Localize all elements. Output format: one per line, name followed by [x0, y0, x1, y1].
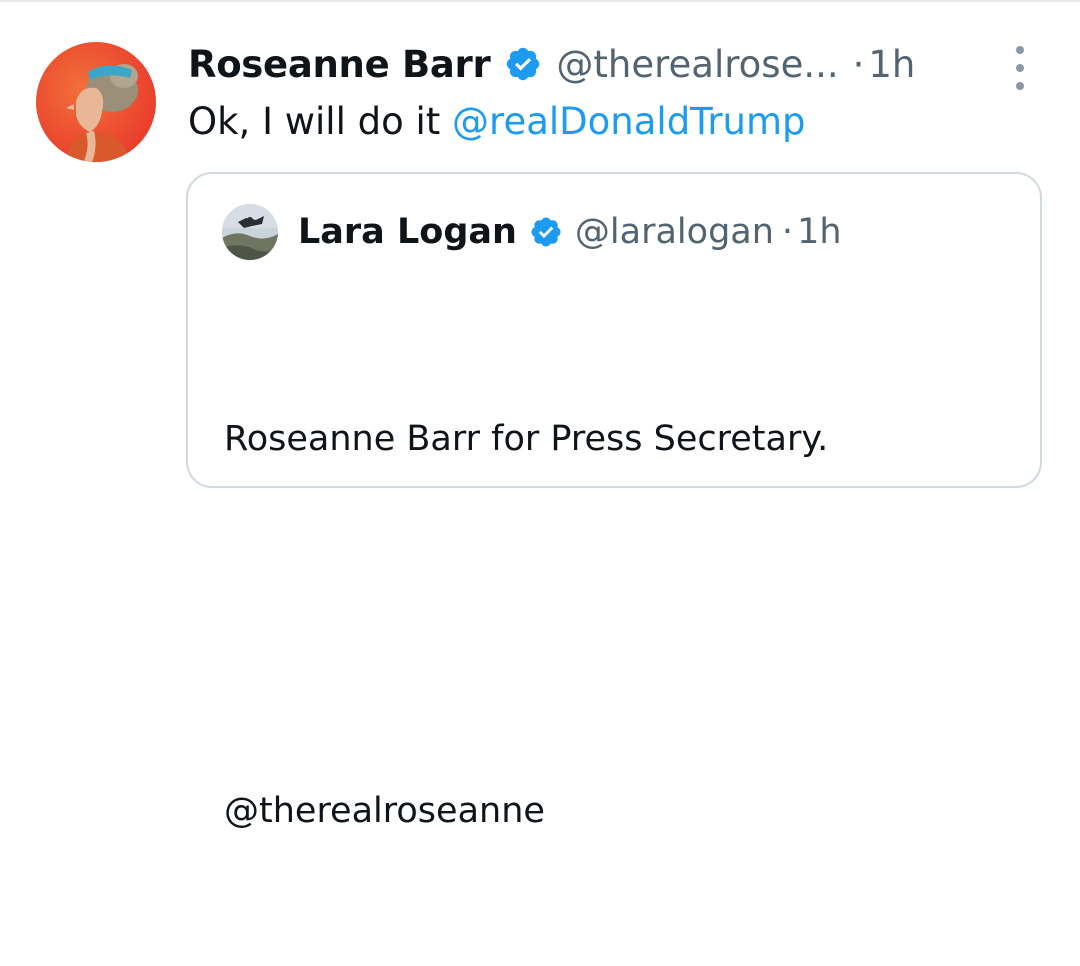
- more-vertical-icon[interactable]: [1008, 46, 1032, 90]
- quoted-author-avatar[interactable]: [222, 204, 278, 260]
- author-avatar[interactable]: [36, 42, 156, 162]
- tweet-text: Ok, I will do it @realDonaldTrump: [188, 100, 806, 143]
- quoted-author-handle[interactable]: @laralogan: [575, 212, 774, 252]
- quoted-text-blank-line: [224, 594, 828, 656]
- verified-badge-icon: [504, 45, 542, 83]
- quoted-tweet-text: Roseanne Barr for Press Secretary. @ther…: [224, 284, 828, 966]
- mention-link[interactable]: @realDonaldTrump: [452, 100, 806, 143]
- quoted-tweet-card[interactable]: Lara Logan @laralogan · 1h Roseanne Barr…: [186, 172, 1042, 831]
- quoted-time-separator: ·: [781, 212, 794, 252]
- quoted-tweet-header: Lara Logan @laralogan · 1h: [298, 208, 842, 256]
- quoted-tweet-time[interactable]: 1h: [797, 212, 841, 252]
- tweet-header: Roseanne Barr @therealrose... · 1h: [188, 36, 915, 92]
- author-handle[interactable]: @therealrose...: [556, 43, 838, 86]
- time-separator: ·: [852, 42, 865, 86]
- author-name[interactable]: Roseanne Barr: [188, 43, 491, 86]
- tweet-time[interactable]: 1h: [868, 43, 915, 86]
- verified-badge-icon: [529, 215, 563, 249]
- tweet-text-body: Ok, I will do it: [188, 100, 453, 143]
- top-divider: [0, 0, 1080, 2]
- quoted-text-mention: @therealroseanne: [224, 791, 545, 831]
- quoted-author-name[interactable]: Lara Logan: [298, 212, 517, 252]
- quoted-text-line: Roseanne Barr for Press Secretary.: [224, 419, 829, 459]
